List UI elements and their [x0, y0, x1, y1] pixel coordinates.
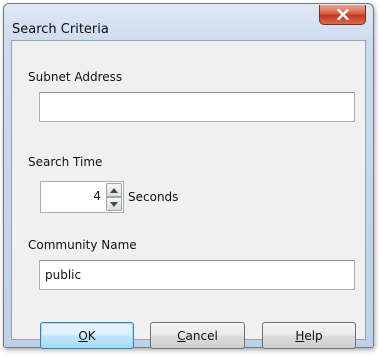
- help-mnemonic: H: [295, 328, 305, 343]
- help-button[interactable]: Help: [262, 322, 356, 349]
- cancel-label-rest: ancel: [185, 328, 218, 343]
- close-button[interactable]: [319, 5, 366, 25]
- community-name-label: Community Name: [28, 238, 137, 252]
- search-criteria-dialog: Search Criteria Subnet Address Search Ti…: [3, 3, 374, 349]
- cancel-mnemonic: C: [177, 328, 186, 343]
- ok-label-rest: K: [87, 328, 96, 343]
- subnet-address-input[interactable]: [39, 92, 355, 122]
- ok-button[interactable]: OK: [40, 322, 134, 349]
- seconds-label: Seconds: [128, 190, 179, 204]
- search-time-label: Search Time: [28, 155, 103, 169]
- ok-mnemonic: O: [78, 328, 88, 343]
- spin-down-arrow-icon: [110, 201, 118, 207]
- close-x-icon: [336, 9, 349, 20]
- community-name-input[interactable]: [39, 260, 355, 290]
- search-time-value[interactable]: 4: [93, 189, 101, 203]
- spin-down-button[interactable]: [106, 197, 122, 211]
- cancel-button[interactable]: Cancel: [150, 322, 245, 349]
- help-label-rest: elp: [304, 328, 323, 343]
- dialog-body: Subnet Address Search Time 4 Seconds Com…: [11, 40, 366, 349]
- dialog-title: Search Criteria: [12, 22, 109, 37]
- search-time-stepper[interactable]: 4: [40, 181, 124, 213]
- spin-up-arrow-icon: [110, 187, 118, 193]
- subnet-address-label: Subnet Address: [28, 70, 123, 84]
- spin-up-button[interactable]: [106, 183, 122, 197]
- title-bar[interactable]: Search Criteria: [4, 4, 373, 40]
